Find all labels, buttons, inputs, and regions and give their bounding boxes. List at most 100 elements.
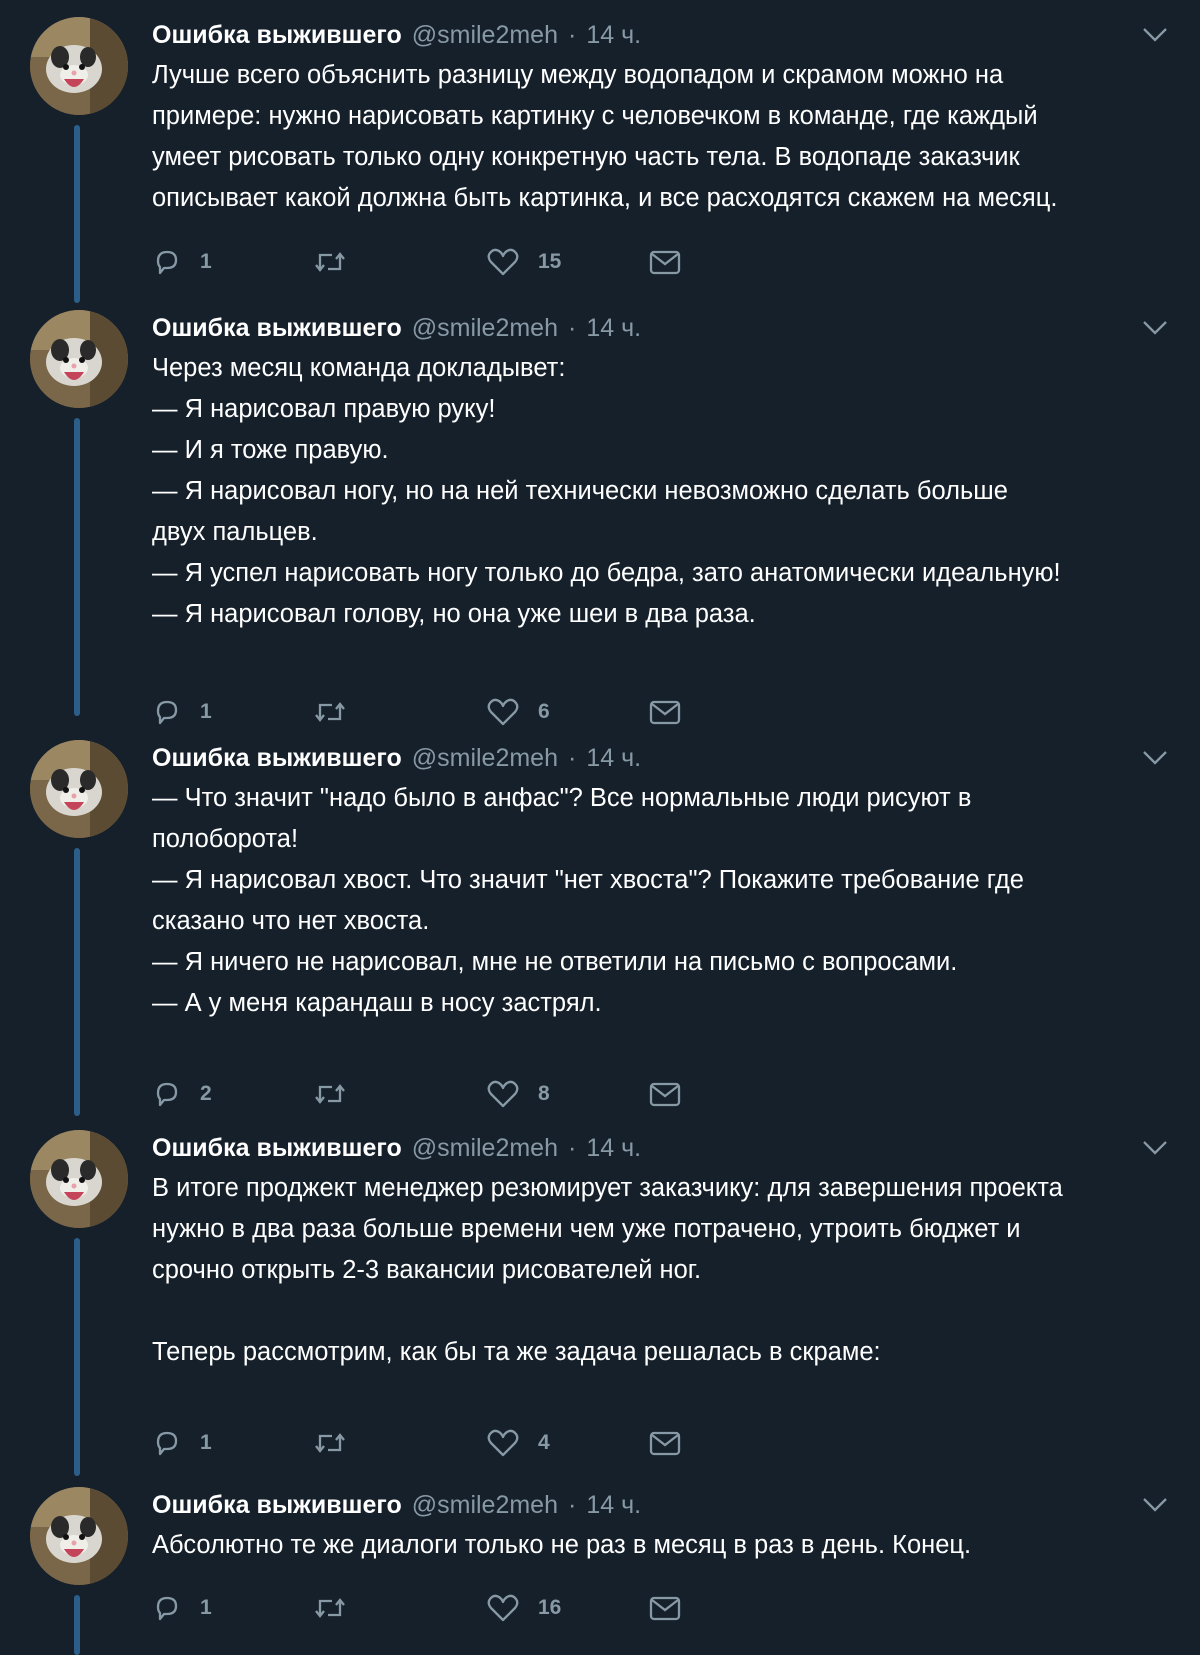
author-handle[interactable]: @smile2meh xyxy=(412,314,558,343)
tweet-text-line: — Я нарисовал правую руку! xyxy=(152,395,496,423)
avatar[interactable] xyxy=(30,1487,128,1585)
thread-connector-line xyxy=(74,848,80,1116)
reply-icon xyxy=(152,247,182,277)
tweet[interactable]: Ошибка выжившего @smile2meh · 14 ч. Через ме… xyxy=(0,310,1200,740)
reply-button[interactable]: 1 xyxy=(152,692,212,732)
retweet-button[interactable] xyxy=(312,242,348,282)
retweet-button[interactable] xyxy=(312,1074,348,1114)
avatar[interactable] xyxy=(30,310,128,408)
direct-message-button[interactable] xyxy=(648,242,682,282)
chevron-down-icon[interactable] xyxy=(1140,1136,1170,1160)
tweet-text-line: — Я нарисовал хвост. Что значит "нет хво… xyxy=(152,866,1024,894)
author-handle[interactable]: @smile2meh xyxy=(412,1134,558,1163)
thread-connector-line xyxy=(74,1238,80,1476)
like-count: 4 xyxy=(538,1431,550,1454)
retweet-icon xyxy=(312,247,348,277)
direct-message-button[interactable] xyxy=(648,1588,682,1628)
retweet-icon xyxy=(312,697,348,727)
author-name[interactable]: Ошибка выжившего xyxy=(152,1134,402,1163)
like-icon xyxy=(486,1079,520,1109)
tweet[interactable]: Ошибка выжившего @smile2meh · 14 ч. — Что зн… xyxy=(0,740,1200,1130)
timestamp[interactable]: 14 ч. xyxy=(586,1134,641,1163)
tweet-header: Ошибка выжившего @smile2meh · 14 ч. xyxy=(152,1130,641,1166)
timestamp[interactable]: 14 ч. xyxy=(586,1491,641,1520)
like-count: 16 xyxy=(538,1596,562,1619)
chevron-down-icon[interactable] xyxy=(1140,23,1170,47)
retweet-button[interactable] xyxy=(312,1423,348,1463)
tweet-header: Ошибка выжившего @smile2meh · 14 ч. xyxy=(152,310,641,346)
tweet-text-line: — Я нарисовал голову, но она уже шеи в д… xyxy=(152,600,756,628)
reply-count: 2 xyxy=(200,1082,212,1105)
timestamp[interactable]: 14 ч. xyxy=(586,744,641,773)
tweet-text-line: — Что значит "надо было в анфас"? Все но… xyxy=(152,784,972,812)
separator-dot: · xyxy=(568,1133,577,1162)
direct-message-button[interactable] xyxy=(648,1423,682,1463)
tweet-actions: 14 xyxy=(152,1423,692,1463)
author-name[interactable]: Ошибка выжившего xyxy=(152,21,402,50)
author-handle[interactable]: @smile2meh xyxy=(412,21,558,50)
tweet-text: Абсолютно те же диалоги только не раз в … xyxy=(152,1525,1182,1566)
chevron-down-icon[interactable] xyxy=(1140,1493,1170,1517)
tweet-text: Лучше всего объяснить разницу между водо… xyxy=(152,55,1182,219)
tweet-text-line: срочно открыть 2-3 вакансии рисователей … xyxy=(152,1256,702,1284)
tweet-text-line: умеет рисовать только одну конкретную ча… xyxy=(152,143,1020,171)
like-icon xyxy=(486,697,520,727)
retweet-icon xyxy=(312,1593,348,1623)
tweet[interactable]: Ошибка выжившего @smile2meh · 14 ч. В итоге … xyxy=(0,1130,1200,1487)
retweet-button[interactable] xyxy=(312,1588,348,1628)
tweet[interactable]: Ошибка выжившего @smile2meh · 14 ч. Лучше вс… xyxy=(0,17,1200,310)
tweet-text-line: Лучше всего объяснить разницу между водо… xyxy=(152,61,1004,89)
tweet-header: Ошибка выжившего @smile2meh · 14 ч. xyxy=(152,17,641,53)
avatar[interactable] xyxy=(30,17,128,115)
tweet-text-line: — Я нарисовал ногу, но на ней технически… xyxy=(152,477,1008,505)
direct-message-icon xyxy=(648,1079,682,1109)
tweet-actions: 28 xyxy=(152,1074,692,1114)
author-handle[interactable]: @smile2meh xyxy=(412,744,558,773)
author-name[interactable]: Ошибка выжившего xyxy=(152,1491,402,1520)
like-button[interactable]: 16 xyxy=(486,1588,561,1628)
reply-button[interactable]: 2 xyxy=(152,1074,212,1114)
avatar[interactable] xyxy=(30,740,128,838)
tweet-text-line xyxy=(152,1291,1182,1332)
chevron-down-icon[interactable] xyxy=(1140,316,1170,340)
retweet-icon xyxy=(312,1428,348,1458)
chevron-down-icon[interactable] xyxy=(1140,746,1170,770)
tweet-text-line: примере: нужно нарисовать картинку с чел… xyxy=(152,102,1038,130)
like-icon xyxy=(486,1428,520,1458)
timestamp[interactable]: 14 ч. xyxy=(586,21,641,50)
tweet-text-line: нужно в два раза больше времени чем уже … xyxy=(152,1215,1021,1243)
tweet-text: Через месяц команда докладывет: — Я нарис… xyxy=(152,348,1182,635)
reply-icon xyxy=(152,697,182,727)
tweet-text-line: — Я успел нарисовать ногу только до бедр… xyxy=(152,559,1061,587)
reply-count: 1 xyxy=(200,1596,212,1619)
tweet-header: Ошибка выжившего @smile2meh · 14 ч. xyxy=(152,740,641,776)
direct-message-button[interactable] xyxy=(648,692,682,732)
like-button[interactable]: 6 xyxy=(486,692,550,732)
reply-button[interactable]: 1 xyxy=(152,1423,212,1463)
timestamp[interactable]: 14 ч. xyxy=(586,314,641,343)
reply-button[interactable]: 1 xyxy=(152,242,212,282)
retweet-button[interactable] xyxy=(312,692,348,732)
author-name[interactable]: Ошибка выжившего xyxy=(152,314,402,343)
like-button[interactable]: 8 xyxy=(486,1074,550,1114)
tweet-text-line: — И я тоже правую. xyxy=(152,436,389,464)
like-icon xyxy=(486,247,520,277)
tweet-text-line: полоборота! xyxy=(152,825,299,853)
reply-icon xyxy=(152,1079,182,1109)
avatar[interactable] xyxy=(30,1130,128,1228)
thread-connector-line xyxy=(74,418,80,716)
direct-message-button[interactable] xyxy=(648,1074,682,1114)
reply-icon xyxy=(152,1428,182,1458)
author-name[interactable]: Ошибка выжившего xyxy=(152,744,402,773)
like-count: 8 xyxy=(538,1082,550,1105)
like-button[interactable]: 15 xyxy=(486,242,561,282)
reply-button[interactable]: 1 xyxy=(152,1588,212,1628)
tweet-text-line: — А у меня карандаш в носу застрял. xyxy=(152,989,602,1017)
tweet[interactable]: Ошибка выжившего @smile2meh · 14 ч. Абсолютн… xyxy=(0,1487,1200,1655)
reply-count: 1 xyxy=(200,700,212,723)
like-button[interactable]: 4 xyxy=(486,1423,550,1463)
thread-connector-line xyxy=(74,1595,80,1655)
like-count: 6 xyxy=(538,700,550,723)
author-handle[interactable]: @smile2meh xyxy=(412,1491,558,1520)
separator-dot: · xyxy=(568,1490,577,1519)
